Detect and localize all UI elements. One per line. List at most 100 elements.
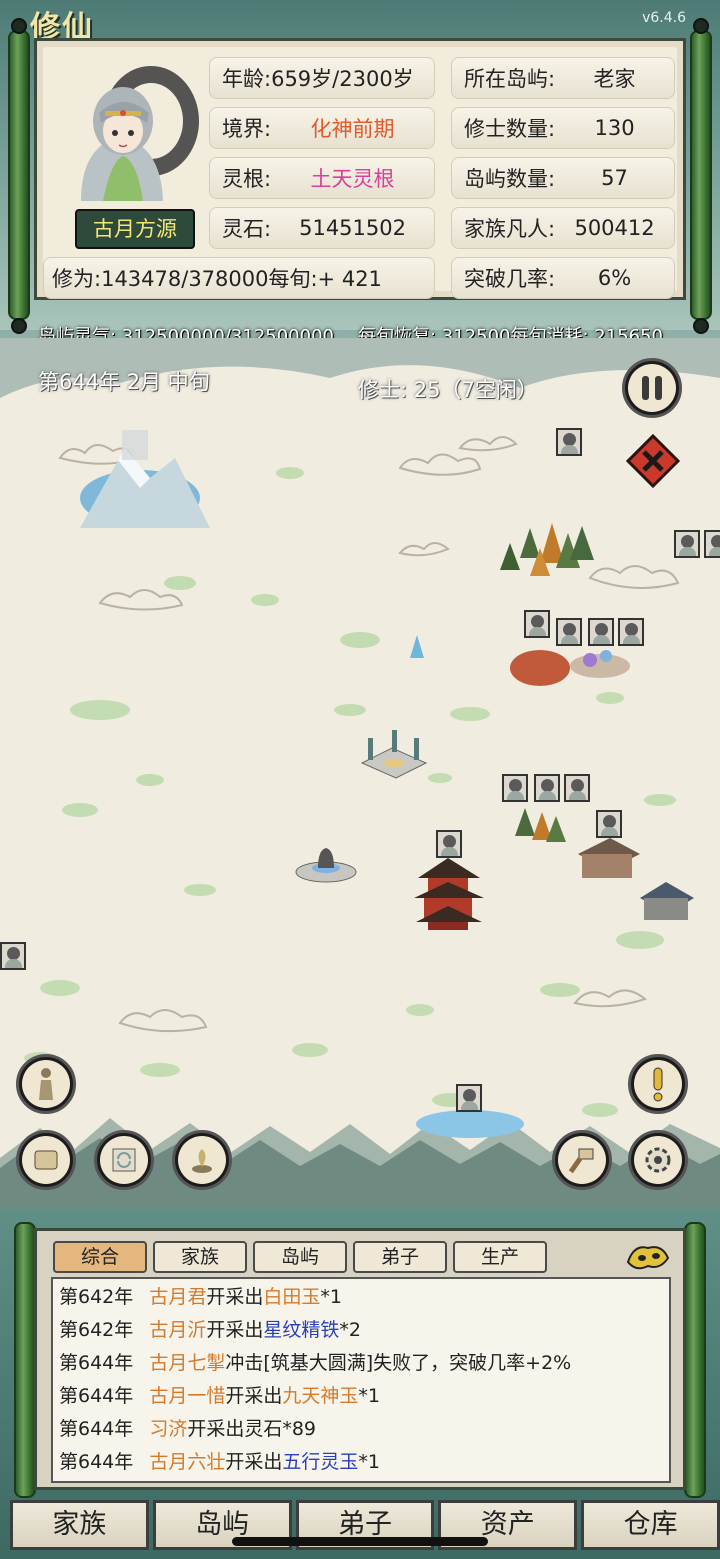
pond: [416, 1110, 524, 1138]
stat-realm: 境界: 化神前期: [209, 107, 435, 149]
scroll-button[interactable]: [16, 1130, 76, 1190]
map-character-avatar[interactable]: [456, 1084, 482, 1112]
log-action: 开采出: [225, 1451, 283, 1473]
tab-production[interactable]: 生产: [453, 1241, 547, 1273]
pause-icon: [628, 364, 676, 412]
home-indicator[interactable]: [232, 1537, 488, 1546]
log-year: 第644年: [59, 1352, 134, 1374]
log-year: 第644年: [59, 1385, 134, 1407]
settings-button[interactable]: [628, 1130, 688, 1190]
log-action: 开采出: [206, 1286, 264, 1308]
map-character-avatar[interactable]: [556, 618, 582, 646]
herb-icon: [178, 1136, 226, 1184]
stat-label: 所在岛屿:: [464, 67, 556, 91]
log-entry: 第642年 古月沂开采出星纹精铁*2: [59, 1314, 361, 1346]
nav-warehouse[interactable]: 仓库: [581, 1500, 720, 1550]
stone-statue: [295, 848, 357, 883]
log-suffix: *1: [358, 1385, 380, 1407]
map-character-avatar[interactable]: [556, 428, 582, 456]
stat-label: 岛屿数量:: [464, 167, 556, 191]
log-action: 冲击[筑基大圆满]失败了，突破几率+2%: [225, 1352, 572, 1374]
portrait-icon: [81, 66, 199, 201]
log-year: 第644年: [59, 1418, 134, 1440]
pagoda: [414, 858, 484, 930]
scroll-rod-left: [14, 1222, 36, 1498]
stat-spirit-root: 灵根: 土天灵根: [209, 157, 435, 199]
map-character-avatar[interactable]: [588, 618, 614, 646]
stat-value: 659岁/2300岁: [271, 67, 414, 91]
stat-value: 143478/378000每旬:+ 421: [101, 267, 382, 291]
stat-age: 年龄: 659岁/2300岁: [209, 57, 435, 99]
stat-cultivation: 修为: 143478/378000每旬:+ 421: [43, 257, 435, 299]
map-character-avatar[interactable]: [564, 774, 590, 802]
stat-label: 年龄:: [222, 67, 272, 91]
close-button[interactable]: [625, 433, 681, 489]
forest-cluster: [500, 523, 594, 576]
scroll-rod-right: [684, 1222, 706, 1498]
rod-cap: [693, 318, 709, 334]
exchange-icon: [100, 1136, 148, 1184]
log-list[interactable]: 第642年 古月君开采出白田玉*1 第642年 古月沂开采出星纹精铁*2 第64…: [51, 1277, 671, 1483]
map-character-avatar[interactable]: [618, 618, 644, 646]
character-name-plate[interactable]: 古月方源: [75, 209, 195, 249]
tab-clan[interactable]: 家族: [153, 1241, 247, 1273]
nav-clan[interactable]: 家族: [10, 1500, 149, 1550]
log-action: 开采出: [206, 1319, 264, 1341]
map-character-avatar[interactable]: [502, 774, 528, 802]
map-character-avatar[interactable]: [674, 530, 700, 558]
log-entry: 第644年 古月一惜开采出九天神玉*1: [59, 1380, 380, 1412]
stat-label: 突破几率:: [464, 267, 556, 291]
alert-icon: [634, 1060, 682, 1108]
stat-label: 灵石:: [222, 217, 272, 241]
pause-button[interactable]: [622, 358, 682, 418]
gear-icon: [634, 1136, 682, 1184]
log-name: 古月沂: [149, 1319, 207, 1341]
map-character-avatar[interactable]: [596, 810, 622, 838]
game-date: 第644年 2月 中旬: [38, 370, 210, 394]
log-year: 第642年: [59, 1319, 134, 1341]
log-item: 五行灵玉: [282, 1451, 359, 1473]
cultivator-count: 修士: 25（7空闲）: [358, 378, 538, 402]
notice-button[interactable]: [624, 1238, 672, 1274]
map-character-avatar[interactable]: [534, 774, 560, 802]
scroll-rod-right: [690, 30, 712, 320]
tab-islands[interactable]: 岛屿: [253, 1241, 347, 1273]
map-character-avatar[interactable]: [0, 942, 26, 970]
statue-icon: [22, 1060, 70, 1108]
rod-cap: [11, 318, 27, 334]
hammer-button[interactable]: [552, 1130, 612, 1190]
stat-value: 57: [601, 166, 628, 190]
houses: [578, 838, 694, 920]
tab-disciples[interactable]: 弟子: [353, 1241, 447, 1273]
stat-island-count: 岛屿数量: 57: [451, 157, 675, 199]
stat-breakthrough: 突破几率: 6%: [451, 257, 675, 299]
character-portrait[interactable]: [51, 51, 201, 201]
rod-cap: [11, 18, 27, 34]
log-year: 第642年: [59, 1286, 134, 1308]
stat-label: 家族凡人:: [464, 217, 556, 241]
stat-label: 修为:: [52, 267, 102, 291]
stat-value: 51451502: [299, 216, 406, 240]
log-entry: 第642年 古月君开采出白田玉*1: [59, 1281, 342, 1313]
statue-button[interactable]: [16, 1054, 76, 1114]
tab-general[interactable]: 综合: [53, 1241, 147, 1273]
log-action: 开采出: [225, 1385, 283, 1407]
map-character-avatar[interactable]: [436, 830, 462, 858]
log-suffix: *1: [320, 1286, 342, 1308]
alert-button[interactable]: [628, 1054, 688, 1114]
log-suffix: *2: [339, 1319, 361, 1341]
map-character-avatar[interactable]: [524, 610, 550, 638]
herb-button[interactable]: [172, 1130, 232, 1190]
stat-cultivator-count: 修士数量: 130: [451, 107, 675, 149]
scroll-icon: [22, 1136, 70, 1184]
exchange-button[interactable]: [94, 1130, 154, 1190]
log-item: 九天神玉: [282, 1385, 359, 1407]
map-canvas[interactable]: [0, 338, 720, 1208]
forest-small: [515, 808, 566, 842]
stat-value: 化神前期: [310, 117, 395, 141]
log-suffix: *1: [358, 1451, 380, 1473]
stat-value: 500412: [574, 216, 655, 240]
map-character-avatar[interactable]: [704, 530, 720, 558]
log-entry: 第644年 古月七掣冲击[筑基大圆满]失败了，突破几率+2%: [59, 1347, 571, 1379]
island-map[interactable]: 第644年 2月 中旬 修士: 25（7空闲）: [0, 338, 720, 1208]
